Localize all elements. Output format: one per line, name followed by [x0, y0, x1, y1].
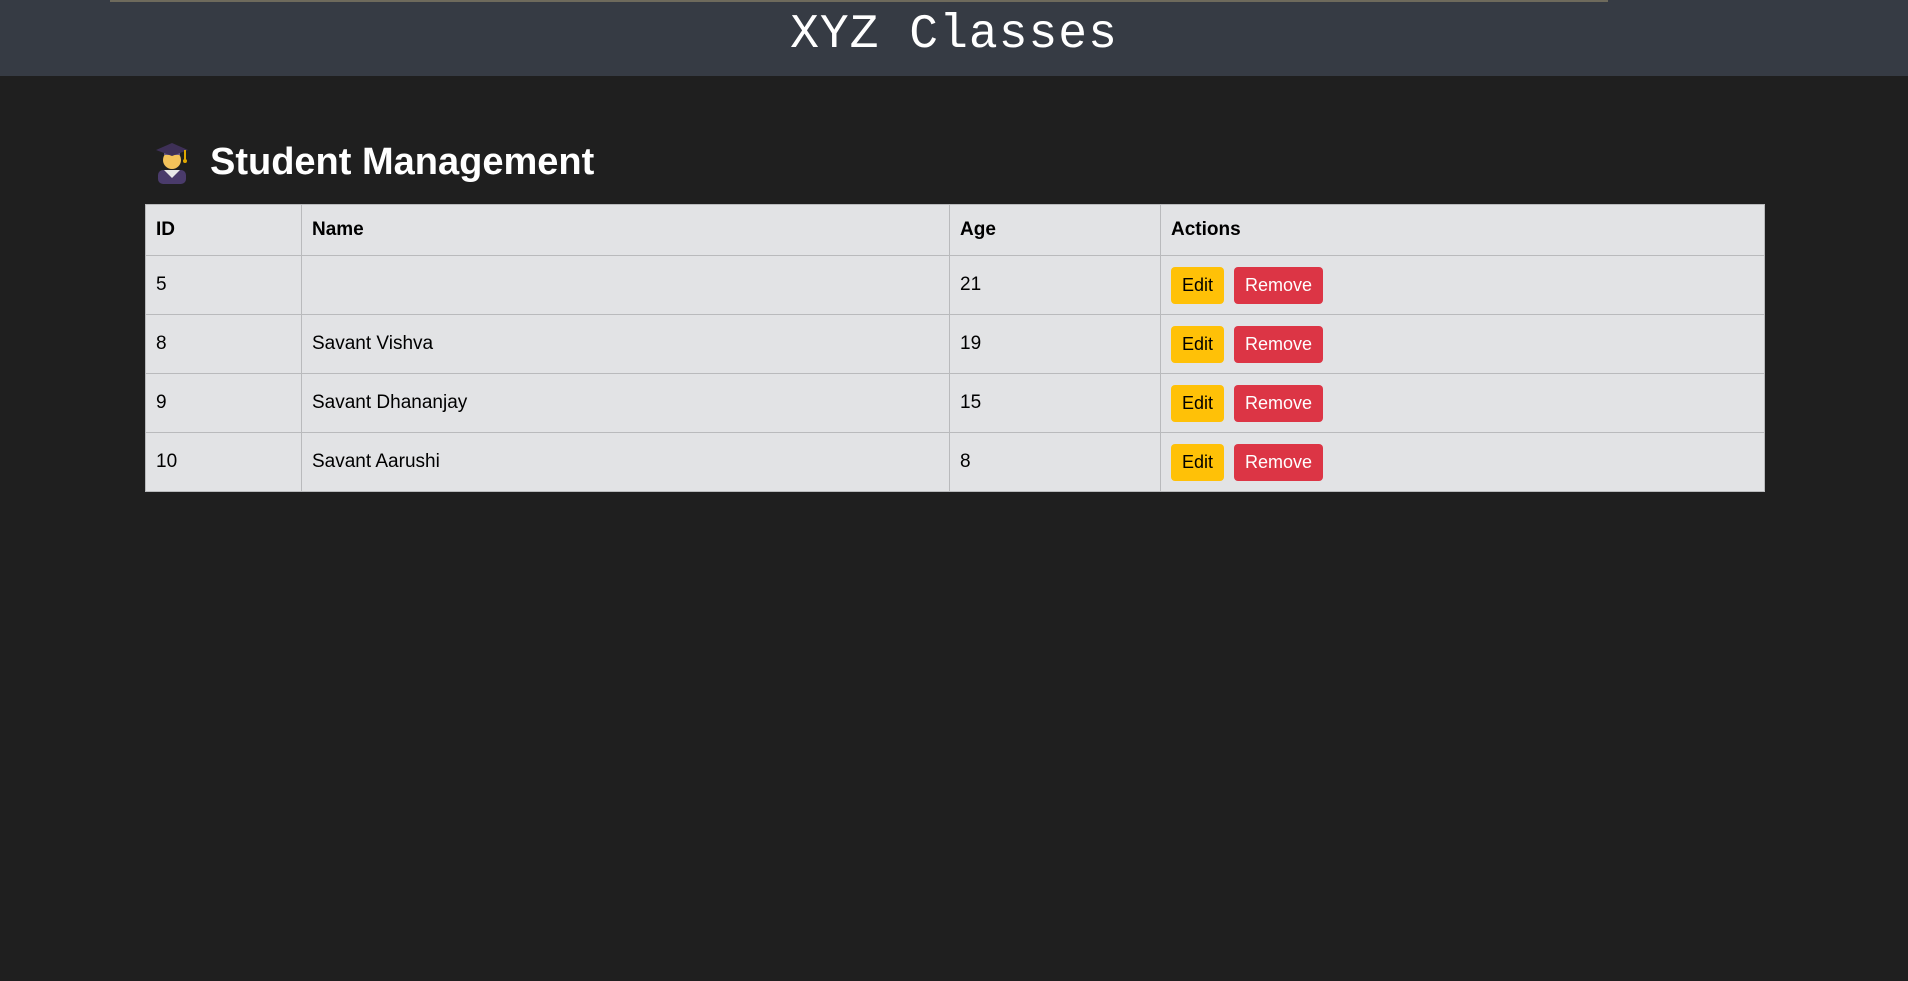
cell-age: 15: [949, 373, 1161, 433]
cell-age: 8: [949, 432, 1161, 492]
graduate-student-icon: [152, 140, 192, 184]
column-header-actions: Actions: [1160, 204, 1765, 256]
page-title: Student Management: [210, 141, 595, 183]
table-row: 8 Savant Vishva 19 Edit Remove: [145, 314, 1765, 374]
edit-button[interactable]: Edit: [1171, 266, 1225, 304]
remove-button[interactable]: Remove: [1234, 266, 1324, 304]
cell-id: 8: [145, 314, 302, 374]
navbar-accent-line: [110, 0, 1608, 2]
students-table: ID Name Age Actions 5 21 Edit Remove 8 S…: [145, 204, 1765, 492]
cell-name: Savant Vishva: [301, 314, 950, 374]
column-header-id: ID: [145, 204, 302, 256]
table-row: 9 Savant Dhananjay 15 Edit Remove: [145, 373, 1765, 433]
page-heading: Student Management: [152, 136, 594, 188]
cell-id: 10: [145, 432, 302, 492]
remove-button[interactable]: Remove: [1234, 384, 1324, 422]
cell-id: 5: [145, 255, 302, 315]
edit-button[interactable]: Edit: [1171, 384, 1225, 422]
cell-actions: Edit Remove: [1160, 314, 1765, 374]
table-header-row: ID Name Age Actions: [145, 204, 1765, 256]
remove-button[interactable]: Remove: [1234, 325, 1324, 363]
cell-actions: Edit Remove: [1160, 432, 1765, 492]
cell-age: 21: [949, 255, 1161, 315]
brand-title[interactable]: XYZ Classes: [0, 6, 1908, 64]
cell-age: 19: [949, 314, 1161, 374]
cell-actions: Edit Remove: [1160, 255, 1765, 315]
remove-button[interactable]: Remove: [1234, 443, 1324, 481]
table-row: 10 Savant Aarushi 8 Edit Remove: [145, 432, 1765, 492]
cell-name: Savant Aarushi: [301, 432, 950, 492]
top-navbar: XYZ Classes: [0, 0, 1908, 76]
table-row: 5 21 Edit Remove: [145, 255, 1765, 315]
cell-id: 9: [145, 373, 302, 433]
cell-actions: Edit Remove: [1160, 373, 1765, 433]
column-header-age: Age: [949, 204, 1161, 256]
cell-name: Savant Dhananjay: [301, 373, 950, 433]
column-header-name: Name: [301, 204, 950, 256]
edit-button[interactable]: Edit: [1171, 325, 1225, 363]
cell-name: [301, 255, 950, 315]
edit-button[interactable]: Edit: [1171, 443, 1225, 481]
